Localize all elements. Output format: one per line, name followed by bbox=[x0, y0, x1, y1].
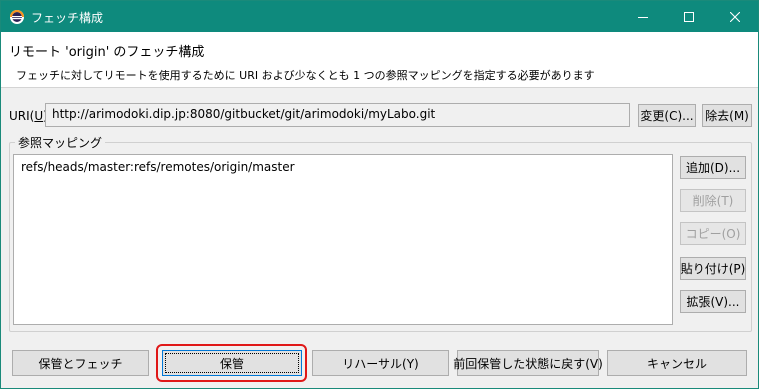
save-and-fetch-button[interactable]: 保管とフェッチ bbox=[12, 350, 149, 376]
cancel-button[interactable]: キャンセル bbox=[607, 350, 747, 376]
copy-mapping-button[interactable]: コピー(O) bbox=[680, 222, 746, 245]
maximize-button[interactable] bbox=[666, 1, 712, 32]
dialog-header: リモート 'origin' のフェッチ構成 フェッチに対してリモートを使用するた… bbox=[1, 32, 758, 88]
remove-uri-button[interactable]: 除去(M) bbox=[702, 104, 752, 127]
rehearsal-button[interactable]: リハーサル(Y) bbox=[312, 350, 449, 376]
list-item[interactable]: refs/heads/master:refs/remotes/origin/ma… bbox=[21, 160, 295, 174]
header-title: リモート 'origin' のフェッチ構成 bbox=[9, 45, 205, 60]
close-button[interactable] bbox=[712, 1, 758, 32]
save-button-highlight bbox=[156, 344, 307, 382]
restore-last-saved-button[interactable]: 前回保管した状態に戻す(V) bbox=[453, 350, 603, 376]
ref-mapping-group-label: 参照マッピング bbox=[15, 134, 106, 151]
ref-mapping-list[interactable]: refs/heads/master:refs/remotes/origin/ma… bbox=[13, 154, 673, 325]
change-uri-button[interactable]: 変更(C)... bbox=[638, 104, 696, 127]
maximize-icon bbox=[684, 11, 694, 22]
close-icon bbox=[730, 11, 740, 22]
add-mapping-button[interactable]: 追加(D)... bbox=[680, 156, 746, 179]
eclipse-app-icon bbox=[9, 9, 25, 25]
minimize-button[interactable] bbox=[620, 1, 666, 32]
window-title: フェッチ構成 bbox=[31, 11, 104, 25]
header-description: フェッチに対してリモートを使用するために URI および少なくとも 1 つの参照… bbox=[16, 69, 595, 82]
delete-mapping-button[interactable]: 削除(T) bbox=[680, 189, 746, 212]
fetch-config-dialog: フェッチ構成 リモート 'origin' のフェッチ構成 フェッチに対してリモー… bbox=[0, 0, 759, 389]
uri-field[interactable]: http://arimodoki.dip.jp:8080/gitbucket/g… bbox=[45, 103, 630, 127]
title-bar: フェッチ構成 bbox=[1, 1, 758, 32]
expand-mapping-button[interactable]: 拡張(V)... bbox=[680, 290, 746, 313]
paste-mapping-button[interactable]: 貼り付け(P) bbox=[680, 257, 746, 280]
minimize-icon bbox=[638, 16, 648, 18]
